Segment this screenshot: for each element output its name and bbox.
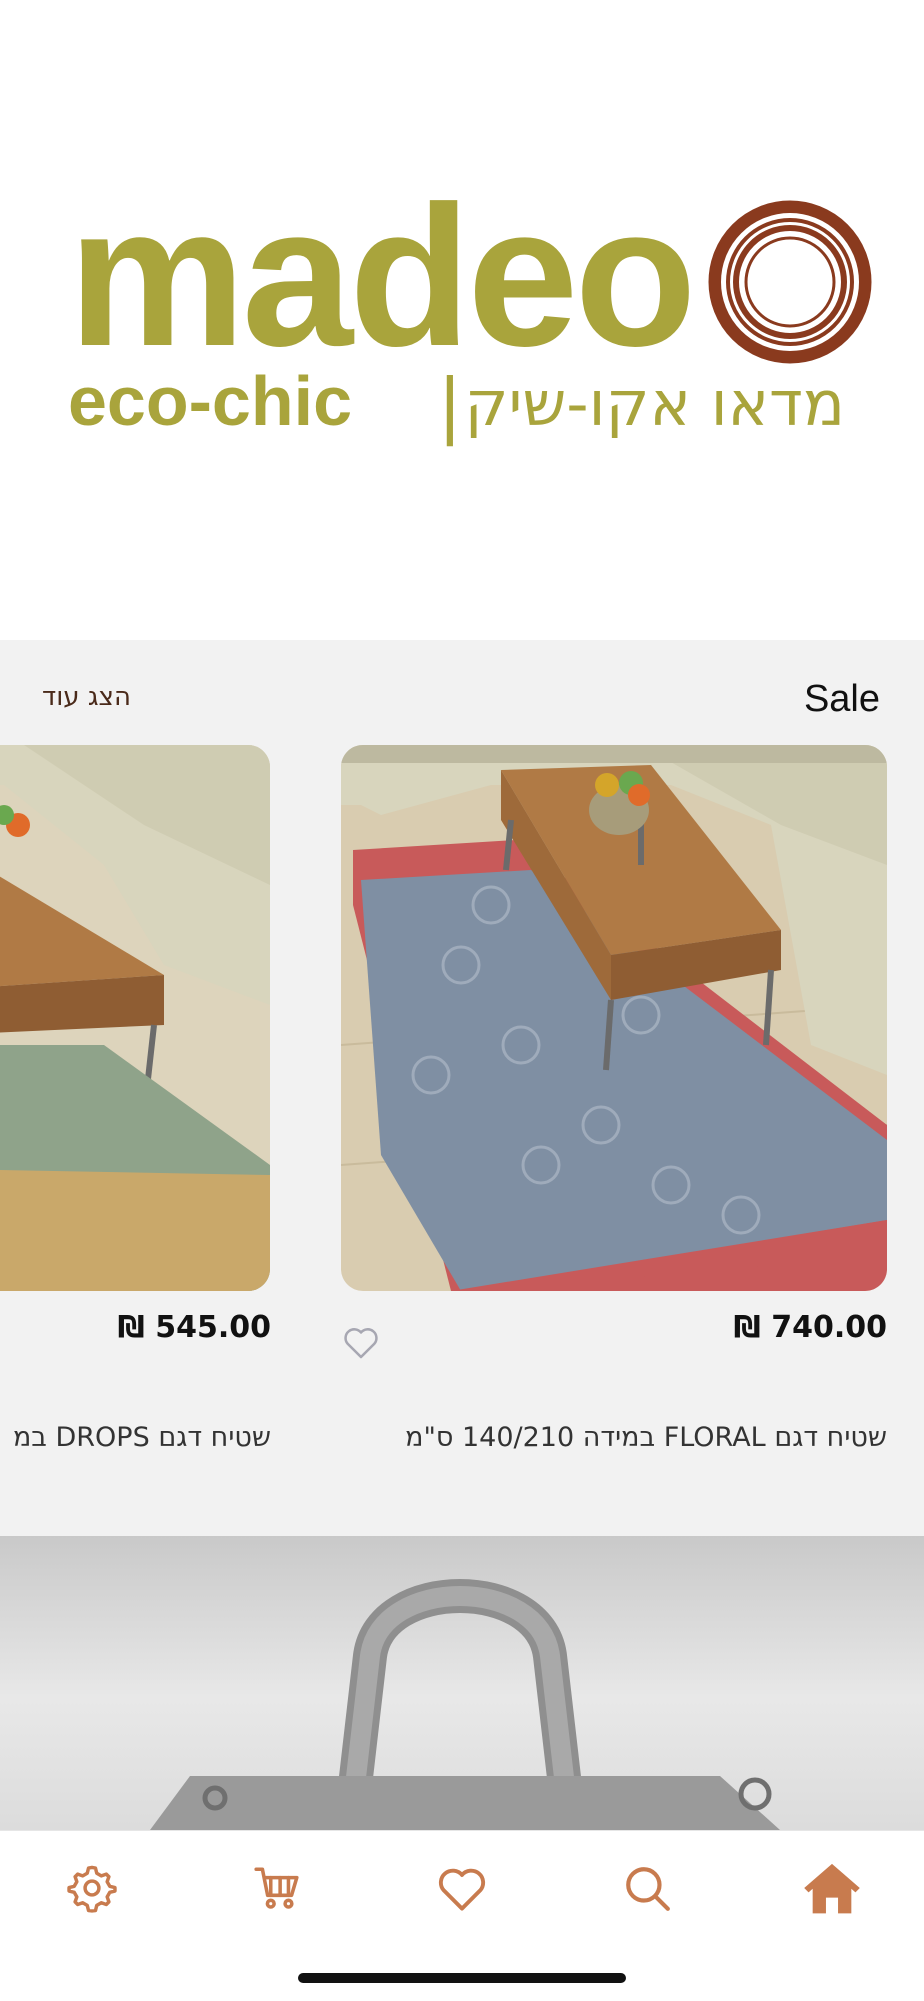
logo-tagline-en: eco-chic [68,362,352,440]
logo-ring [708,200,872,364]
product-price: ₪ 545.00 [117,1310,271,1345]
home-icon [804,1863,860,1914]
heart-icon [438,1868,486,1911]
show-more-link[interactable]: הצג עוד [42,682,131,712]
nav-home[interactable] [797,1853,867,1923]
logo-graphic: madeo eco-chic | מדאו אקו-שיק [68,165,872,447]
nav-favorites[interactable] [427,1853,497,1923]
search-icon [626,1867,670,1911]
product-name[interactable]: שטיח דגם FLORAL במידה 140/210 ס"מ [405,1422,887,1453]
logo-separator: | [440,362,460,447]
heart-outline-icon[interactable] [342,1324,380,1360]
home-indicator [298,1973,626,1983]
nav-settings[interactable] [57,1853,127,1923]
bag-image [150,1579,780,1830]
product-image-floral-rug[interactable] [341,745,887,1291]
product-price: ₪ 740.00 [733,1310,887,1345]
logo-tagline-he: מדאו אקו-שיק [465,367,845,440]
cart-icon [254,1867,299,1909]
brand-logo: madeo eco-chic | מדאו אקו-שיק [0,0,924,640]
logo-wordmark: madeo [68,165,693,388]
promo-banner[interactable] [0,1536,924,1830]
sale-section: Sale הצג עוד ₪ 740.00 ₪ 545.00 שטיח דגם … [0,640,924,1536]
section-title: Sale [803,678,880,720]
gear-icon [67,1865,117,1913]
bottom-nav [0,1830,924,2001]
product-image-drops-rug[interactable] [0,745,270,1291]
product-name[interactable]: שטיח דגם DROPS במ [13,1422,271,1453]
nav-search[interactable] [612,1853,682,1923]
nav-cart[interactable] [242,1853,312,1923]
